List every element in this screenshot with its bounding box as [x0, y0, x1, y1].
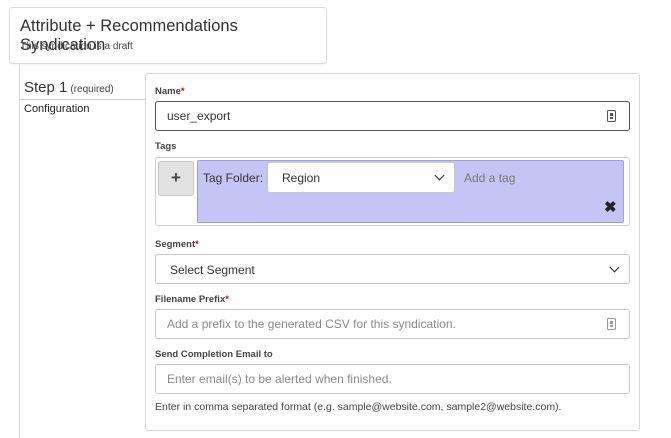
- segment-label: Segment*: [155, 239, 199, 250]
- tags-label: Tags: [155, 141, 177, 152]
- step-divider: [20, 99, 146, 100]
- add-tag-folder-button[interactable]: +: [158, 161, 194, 196]
- draft-status: This syndication is a draft: [20, 41, 133, 52]
- name-label: Name*: [155, 86, 185, 97]
- step-timeline-line: [19, 64, 20, 438]
- step-title: Step 1 (required): [24, 79, 114, 96]
- segment-select[interactable]: Select Segment: [155, 254, 630, 284]
- add-tag-input[interactable]: Add a tag: [464, 171, 515, 185]
- tag-folder-select[interactable]: Region: [267, 162, 455, 193]
- chevron-down-icon: [434, 170, 445, 181]
- filename-prefix-label: Filename Prefix*: [155, 294, 229, 305]
- completion-email-hint: Enter in comma separated format (e.g. sa…: [155, 401, 562, 413]
- required-asterisk: *: [225, 294, 229, 305]
- segment-selected-value: Select Segment: [170, 263, 255, 277]
- tag-folder-selected-value: Region: [282, 171, 321, 185]
- step-number: Step 1: [24, 79, 68, 96]
- filename-prefix-input[interactable]: [155, 309, 630, 339]
- completion-email-label: Send Completion Email to: [155, 349, 273, 360]
- completion-email-input[interactable]: [155, 364, 630, 394]
- step-section-label: Configuration: [24, 103, 90, 115]
- chevron-down-icon: [609, 262, 620, 273]
- close-icon[interactable]: ✖: [604, 200, 617, 215]
- step-required-note: (required): [70, 84, 114, 95]
- tag-folder-label: Tag Folder:: [203, 171, 264, 185]
- name-input[interactable]: [155, 101, 630, 131]
- password-manager-icon[interactable]: [607, 318, 616, 330]
- required-asterisk: *: [180, 86, 185, 97]
- required-asterisk: *: [195, 239, 199, 250]
- syndication-header-card: Attribute + Recommendations Syndication …: [9, 7, 327, 64]
- password-manager-icon[interactable]: [607, 110, 616, 122]
